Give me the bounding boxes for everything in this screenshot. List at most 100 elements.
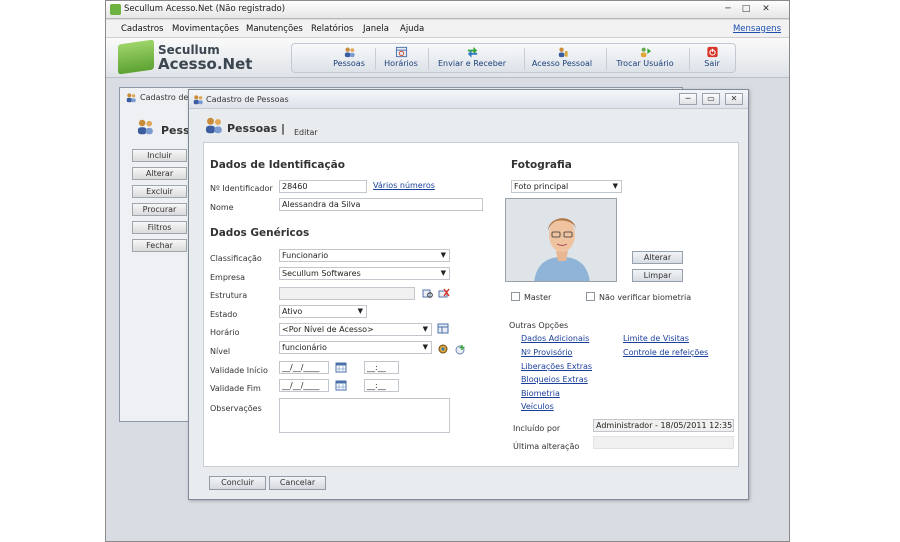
toolbar-separator [428,48,429,70]
validade-fim-time-input[interactable]: __:__ [364,379,399,392]
menu-ajuda[interactable]: Ajuda [400,24,424,34]
nivel-value: funcionário [282,343,327,352]
menu-relatorios[interactable]: Relatórios [311,24,353,34]
main-window: Secullum Acesso.Net (Não registrado) ─ □… [105,0,790,542]
fechar-button[interactable]: Fechar [132,239,187,252]
numero-provisorio-link[interactable]: Nº Provisório [521,348,572,357]
label-estrutura: Estrutura [210,291,248,300]
toolbar-acesso-pessoal-label: Acesso Pessoal [531,59,593,68]
label-empresa: Empresa [210,273,246,282]
calendar-icon[interactable] [335,380,347,391]
window-title: Secullum Acesso.Net (Não registrado) [124,4,286,14]
classificacao-select[interactable]: Funcionario ▼ [279,249,450,262]
add-level-icon[interactable] [454,344,466,355]
toolbar-separator [375,48,376,70]
incluir-button[interactable]: Incluir [132,149,187,162]
form-panel: Dados de Identificação Nº Identificador … [203,142,739,467]
alterar-photo-button[interactable]: Alterar [632,251,683,264]
toolbar-separator [524,48,525,70]
toolbar-separator [689,48,690,70]
schedule-icon[interactable] [437,323,449,334]
section-identificacao: Dados de Identificação [210,159,345,171]
label-classificacao: Classificação [210,254,262,263]
biometria-link[interactable]: Biometria [521,389,560,398]
horario-value: <Por Nível de Acesso> [282,325,374,334]
section-fotografia: Fotografia [511,159,572,171]
messages-link[interactable]: Mensagens [733,24,781,34]
switch-user-icon [640,47,651,58]
cancelar-button[interactable]: Cancelar [269,476,326,490]
menu-cadastros[interactable]: Cadastros [121,24,163,34]
level-settings-icon[interactable] [437,343,449,354]
personal-access-icon [558,47,568,58]
label-estado: Estado [210,310,238,319]
empresa-select[interactable]: Secullum Softwares ▼ [279,267,450,280]
toolbar-separator [606,48,607,70]
dados-adicionais-link[interactable]: Dados Adicionais [521,334,589,343]
people-icon [344,47,355,58]
close-button[interactable]: ✕ [758,3,774,16]
nao-verificar-biometria-label: Não verificar biometria [599,293,692,302]
controle-refeicoes-link[interactable]: Controle de refeições [623,348,708,357]
concluir-button[interactable]: Concluir [209,476,266,490]
filtros-button[interactable]: Filtros [132,221,187,234]
structure-search-icon[interactable] [422,288,434,299]
nome-input[interactable]: Alessandra da Silva [279,198,483,211]
toolbar-enviar-receber-button[interactable]: Enviar e Receber [437,46,507,73]
validade-fim-date-input[interactable]: __/__/____ [279,379,329,392]
observacoes-textarea[interactable] [279,398,450,433]
maximize-button[interactable]: □ [738,3,754,16]
incluido-por-label: Incluído por [513,424,561,433]
nivel-select[interactable]: funcionário ▼ [279,341,432,354]
horario-select[interactable]: <Por Nível de Acesso> ▼ [279,323,432,336]
dialog-maximize-button[interactable]: ▭ [702,93,720,105]
menu-movimentacoes[interactable]: Movimentações [172,24,239,34]
menu-bar: Cadastros Movimentações Manutenções Rela… [106,20,789,38]
photo-select[interactable]: Foto principal ▼ [511,180,622,193]
menu-janela[interactable]: Janela [363,24,389,34]
alterar-button[interactable]: Alterar [132,167,187,180]
bloqueios-extras-link[interactable]: Bloqueios Extras [521,375,588,384]
menu-manutencoes[interactable]: Manutenções [246,24,303,34]
chevron-down-icon: ▼ [422,343,428,351]
estado-select[interactable]: Ativo ▼ [279,305,367,318]
estrutura-input[interactable] [279,287,415,300]
incluido-por-value: Administrador - 18/05/2011 12:35 [593,419,734,432]
classificacao-value: Funcionario [282,251,329,260]
label-identificador: Nº Identificador [210,184,273,193]
limpar-photo-button[interactable]: Limpar [632,269,683,282]
chevron-down-icon: ▼ [612,182,618,190]
empresa-value: Secullum Softwares [282,269,361,278]
nao-verificar-biometria-checkbox[interactable] [586,292,595,301]
excluir-button[interactable]: Excluir [132,185,187,198]
people-icon [193,95,203,105]
chevron-down-icon: ▼ [422,325,428,333]
toolbar-strip: Pessoas Horários Enviar e Receber Acesso… [291,43,736,73]
person-photo-image [506,199,616,281]
limite-visitas-link[interactable]: Limite de Visitas [623,334,689,343]
varios-numeros-link[interactable]: Vários números [373,181,435,190]
identificador-input[interactable]: 28460 [279,180,367,193]
toolbar-horarios-button[interactable]: Horários [382,46,420,73]
person-photo [505,198,617,282]
label-horario: Horário [210,328,240,337]
validade-inicio-date-input[interactable]: __/__/____ [279,361,329,374]
toolbar-sair-button[interactable]: Sair [697,46,727,73]
liberacoes-extras-link[interactable]: Liberações Extras [521,362,592,371]
master-label: Master [524,293,552,302]
toolbar-acesso-pessoal-button[interactable]: Acesso Pessoal [531,46,593,73]
validade-inicio-time-input[interactable]: __:__ [364,361,399,374]
veiculos-link[interactable]: Veículos [521,402,554,411]
toolbar-trocar-usuario-button[interactable]: Trocar Usuário [614,46,676,73]
minimize-button[interactable]: ─ [720,3,736,16]
dialog-close-button[interactable]: ✕ [725,93,743,105]
logo-icon [118,39,154,75]
exit-power-icon [706,46,718,58]
procurar-button[interactable]: Procurar [132,203,187,216]
chevron-down-icon: ▼ [440,251,446,259]
master-checkbox[interactable] [511,292,520,301]
structure-delete-icon[interactable] [438,288,450,299]
toolbar-pessoas-button[interactable]: Pessoas [330,46,368,73]
dialog-minimize-button[interactable]: ─ [679,93,697,105]
calendar-icon[interactable] [335,362,347,373]
